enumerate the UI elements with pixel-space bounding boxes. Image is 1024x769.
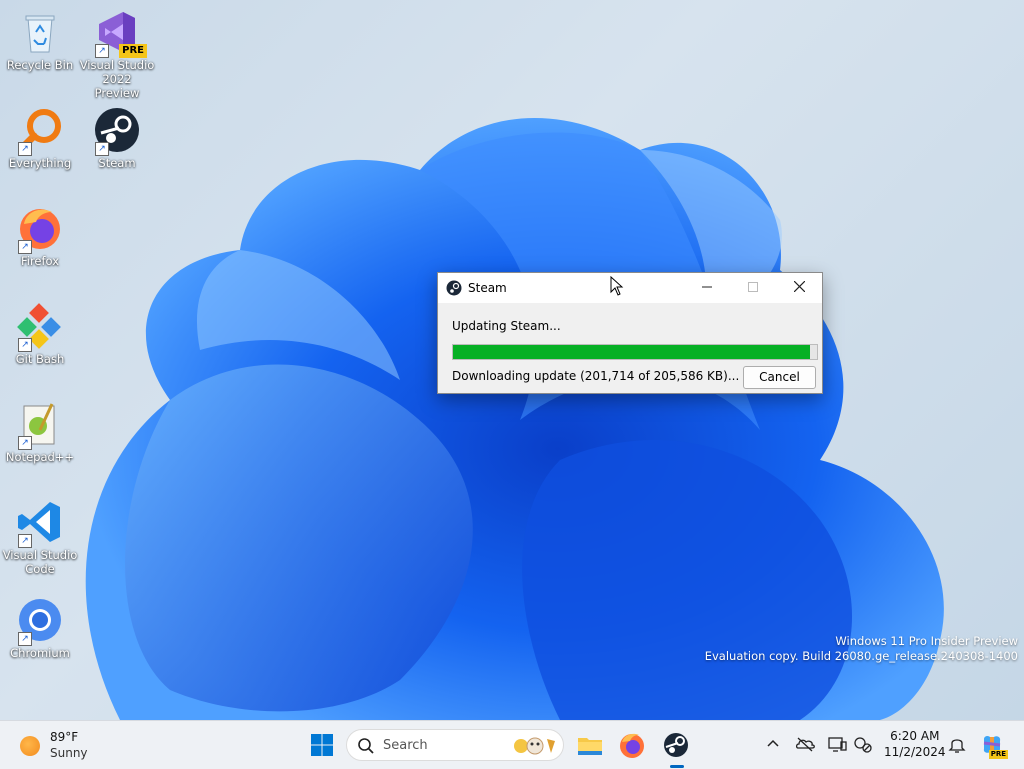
onedrive-icon[interactable] xyxy=(794,733,816,755)
desktop-icon-label: Steam xyxy=(98,156,136,170)
progress-fill xyxy=(453,345,811,359)
desktop-icon-label: Visual Studio Code xyxy=(2,548,78,576)
desktop-icon-label: Git Bash xyxy=(15,352,65,366)
watermark-line-2: Evaluation copy. Build 26080.ge_release.… xyxy=(704,649,1018,663)
desktop-icon-label: Visual Studio 2022 Preview xyxy=(79,58,155,100)
clock-time: 6:20 AM xyxy=(890,729,940,743)
desktop-icon-label: Notepad++ xyxy=(5,450,75,464)
desktop-icon-visual-studio-preview[interactable]: PRE ↗ Visual Studio 2022 Preview xyxy=(79,4,155,100)
taskbar-clock[interactable]: 6:20 AM 11/2/2024 xyxy=(884,728,946,760)
shortcut-arrow-icon: ↗ xyxy=(95,44,109,58)
update-status-text: Updating Steam... xyxy=(452,319,561,333)
desktop-icon-notepad-plus-plus[interactable]: ↗ Notepad++ xyxy=(2,396,78,486)
windows-start-icon xyxy=(311,734,333,756)
close-button[interactable] xyxy=(776,273,822,303)
vscode-icon: ↗ xyxy=(16,498,64,548)
copilot-button[interactable]: PRE xyxy=(980,733,1008,759)
desktop-icon-label: Recycle Bin xyxy=(6,58,74,72)
bell-icon[interactable] xyxy=(946,733,968,755)
chevron-up-icon[interactable] xyxy=(762,733,784,755)
desktop-icon-label: Chromium xyxy=(10,646,70,660)
notepad-plus-plus-icon: ↗ xyxy=(16,400,64,450)
taskbar-steam[interactable] xyxy=(660,729,692,761)
desktop-icon-everything[interactable]: ↗ Everything xyxy=(2,102,78,192)
desktop-icon-git-bash[interactable]: ↗ Git Bash xyxy=(2,298,78,388)
everything-search-icon: ↗ xyxy=(16,106,64,156)
watermark-line-1: Windows 11 Pro Insider Preview xyxy=(835,634,1018,648)
display-icon[interactable] xyxy=(826,733,848,755)
desktop-icon-steam[interactable]: ↗ Steam xyxy=(79,102,155,192)
file-explorer-icon xyxy=(578,738,602,755)
steam-icon: ↗ xyxy=(93,106,141,156)
chromium-icon: ↗ xyxy=(16,596,64,646)
minimize-button[interactable] xyxy=(684,273,730,303)
search-highlight-icon xyxy=(514,737,555,755)
desktop-icon-label: Firefox xyxy=(20,254,60,268)
shortcut-arrow-icon: ↗ xyxy=(18,338,32,352)
taskbar: 89°F Sunny Search 6:20 AM 11/2/2024 PRE xyxy=(0,720,1024,769)
download-progress-text: Downloading update (201,714 of 205,586 K… xyxy=(452,369,740,383)
desktop-icon-label: Everything xyxy=(8,156,72,170)
steam-icon xyxy=(446,280,462,296)
taskbar-search-box[interactable]: Search xyxy=(346,729,564,761)
shortcut-arrow-icon: ↗ xyxy=(18,142,32,156)
firefox-icon xyxy=(620,733,644,758)
dialog-titlebar[interactable]: Steam xyxy=(438,273,822,303)
maximize-button[interactable] xyxy=(730,273,776,303)
dialog-content: Updating Steam... Downloading update (20… xyxy=(438,303,822,393)
pre-badge: PRE xyxy=(119,44,147,58)
dialog-title: Steam xyxy=(468,281,507,295)
taskbar-firefox[interactable] xyxy=(616,729,648,761)
taskbar-file-explorer[interactable] xyxy=(574,729,606,761)
maximize-icon xyxy=(748,282,758,292)
recycle-bin-icon xyxy=(16,8,64,56)
desktop-icon-chromium[interactable]: ↗ Chromium xyxy=(2,592,78,682)
windows-watermark: Windows 11 Pro Insider Preview Evaluatio… xyxy=(705,634,1018,664)
git-bash-icon: ↗ xyxy=(16,302,64,352)
shortcut-arrow-icon: ↗ xyxy=(18,534,32,548)
desktop-icon-vscode[interactable]: ↗ Visual Studio Code xyxy=(2,494,78,584)
minimize-icon xyxy=(702,286,712,288)
network-icon[interactable] xyxy=(852,733,874,755)
mouse-cursor-icon xyxy=(610,276,624,296)
copilot-pre-badge: PRE xyxy=(988,750,1008,759)
shortcut-arrow-icon: ↗ xyxy=(18,632,32,646)
desktop-icon-recycle-bin[interactable]: Recycle Bin xyxy=(2,4,78,94)
update-progress-bar xyxy=(452,344,818,360)
weather-temperature: 89°F xyxy=(50,730,79,744)
close-icon xyxy=(793,280,805,293)
cancel-button[interactable]: Cancel xyxy=(743,366,816,389)
steam-icon xyxy=(664,733,688,757)
sun-icon xyxy=(20,736,40,756)
shortcut-arrow-icon: ↗ xyxy=(18,436,32,450)
desktop-icons: Recycle Bin PRE ↗ Visual Studio 2022 Prev… xyxy=(0,0,160,720)
search-icon xyxy=(358,738,374,754)
shortcut-arrow-icon: ↗ xyxy=(95,142,109,156)
firefox-icon: ↗ xyxy=(16,204,64,254)
steam-update-dialog: Steam Updating Steam... Downloading upda… xyxy=(437,272,823,394)
clock-date: 11/2/2024 xyxy=(884,745,946,759)
desktop-icon-firefox[interactable]: ↗ Firefox xyxy=(2,200,78,290)
visual-studio-icon: PRE ↗ xyxy=(93,8,147,58)
shortcut-arrow-icon: ↗ xyxy=(18,240,32,254)
start-button[interactable] xyxy=(306,729,338,761)
weather-condition: Sunny xyxy=(50,746,88,760)
search-placeholder: Search xyxy=(383,738,428,753)
